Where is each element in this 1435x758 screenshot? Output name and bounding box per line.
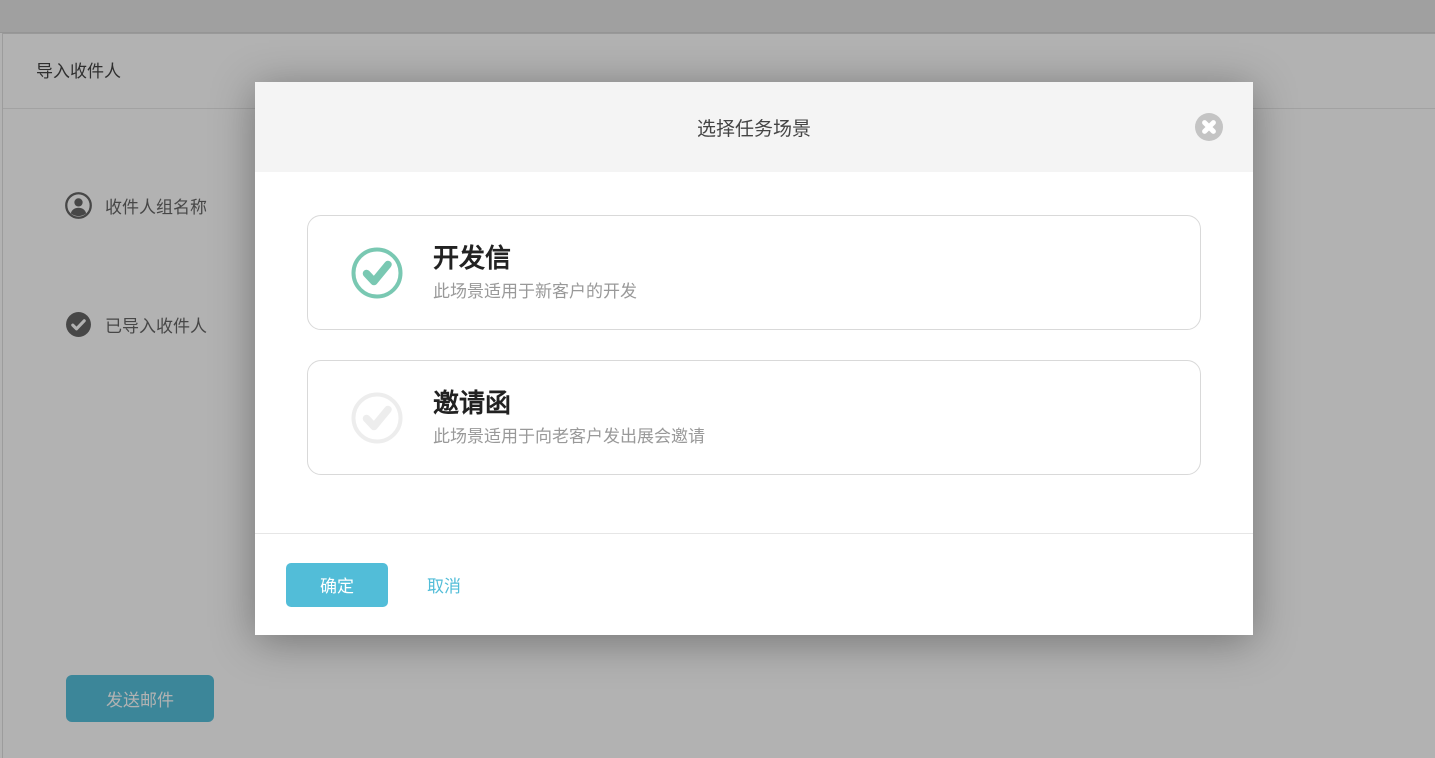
option-card-invitation-letter[interactable]: 邀请函 此场景适用于向老客户发出展会邀请 [307, 360, 1201, 475]
option-title: 邀请函 [433, 387, 705, 419]
modal-body: 开发信 此场景适用于新客户的开发 邀请函 此场景适用于向老客户发出展会邀请 [255, 172, 1253, 475]
check-circle-ring-icon [351, 392, 403, 444]
close-button[interactable] [1195, 113, 1223, 141]
option-desc: 此场景适用于新客户的开发 [433, 281, 637, 303]
option-text: 邀请函 此场景适用于向老客户发出展会邀请 [433, 387, 705, 448]
modal-header: 选择任务场景 [255, 82, 1253, 172]
option-text: 开发信 此场景适用于新客户的开发 [433, 242, 637, 303]
modal-footer: 确定 取消 [255, 533, 1253, 635]
close-icon [1195, 113, 1223, 141]
option-desc: 此场景适用于向老客户发出展会邀请 [433, 426, 705, 448]
cancel-link[interactable]: 取消 [427, 572, 461, 597]
modal-title: 选择任务场景 [697, 114, 811, 141]
confirm-button[interactable]: 确定 [286, 563, 388, 607]
option-card-development-letter[interactable]: 开发信 此场景适用于新客户的开发 [307, 215, 1201, 330]
check-circle-ring-icon [351, 247, 403, 299]
task-scene-modal: 选择任务场景 开发信 此场景适用于新客户的开发 [255, 82, 1253, 635]
option-title: 开发信 [433, 242, 637, 274]
